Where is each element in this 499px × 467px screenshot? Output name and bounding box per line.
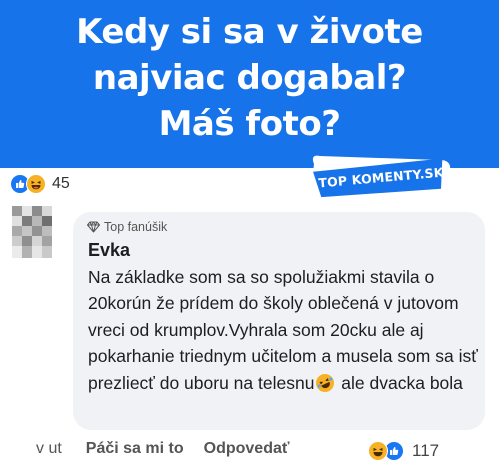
- post-reactions[interactable]: 45: [10, 173, 70, 195]
- comment-body-end: ale dvacka bola: [336, 372, 463, 393]
- rofl-icon: [316, 373, 335, 392]
- haha-icon: [26, 174, 46, 194]
- banner-line-3: Máš foto?: [158, 104, 341, 144]
- top-fan-label: Top fanúšik: [104, 220, 168, 234]
- diamond-icon: [87, 221, 100, 233]
- post-image-banner[interactable]: Kedy si sa v živote najviac dogabal? Máš…: [0, 0, 499, 168]
- top-fan-badge: Top fanúšik: [87, 220, 167, 234]
- comment-reactions[interactable]: 117: [368, 441, 439, 461]
- like-button[interactable]: Páči sa mi to: [86, 440, 184, 458]
- banner-line-2: najviac dogabal?: [92, 58, 407, 98]
- comment-text: Na základke som sa so spolužiakmi stavil…: [88, 264, 480, 396]
- comment-author[interactable]: Evka: [88, 240, 130, 261]
- haha-icon: [368, 441, 388, 461]
- comment-timestamp[interactable]: v ut: [36, 440, 62, 458]
- comment-reaction-count: 117: [412, 441, 440, 460]
- reply-button[interactable]: Odpovedať: [204, 440, 290, 458]
- reaction-count: 45: [52, 175, 70, 192]
- banner-line-1: Kedy si sa v živote: [76, 12, 423, 52]
- comment-actions: v ut Páči sa mi to Odpovedať: [36, 440, 290, 458]
- avatar[interactable]: [12, 206, 52, 258]
